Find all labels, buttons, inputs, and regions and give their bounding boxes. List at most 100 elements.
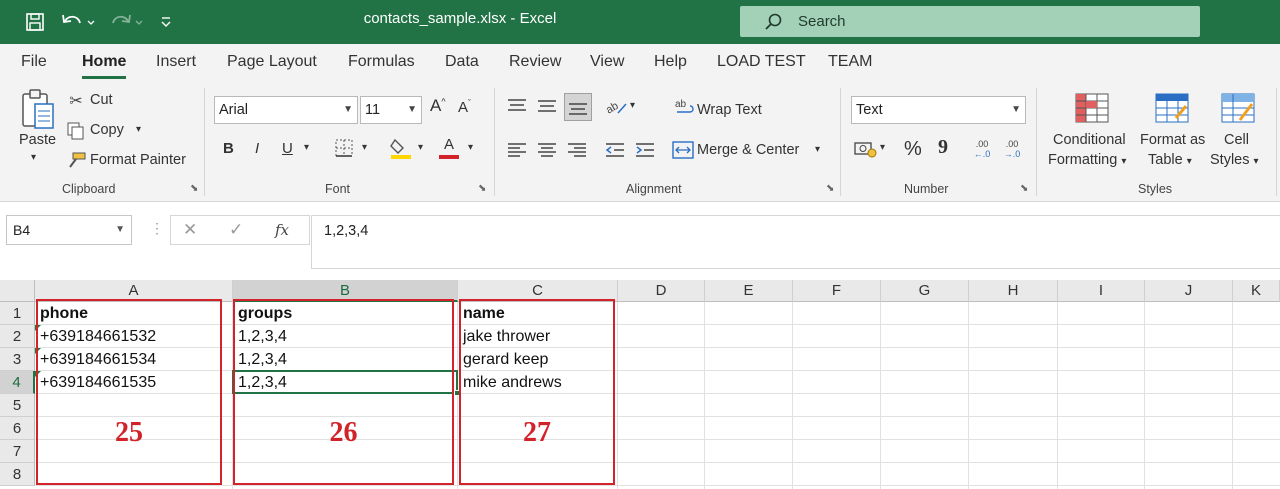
font-size-value: 11 bbox=[365, 102, 381, 118]
decrease-font-size-button[interactable]: Aˇ bbox=[458, 98, 471, 116]
align-middle-icon[interactable] bbox=[536, 96, 558, 116]
align-left-icon[interactable] bbox=[506, 140, 528, 160]
comma-style-button[interactable]: 9 bbox=[938, 136, 948, 159]
worksheet-grid: ABCDEFGHIJK 12345678 phone groups name +639… bbox=[0, 280, 1280, 489]
accounting-format-icon[interactable] bbox=[854, 138, 878, 160]
font-color-icon[interactable]: A bbox=[438, 136, 460, 160]
enter-icon[interactable]: ✓ bbox=[229, 220, 243, 240]
row-header-4[interactable]: 4 bbox=[0, 371, 35, 394]
tab-view[interactable]: View bbox=[590, 53, 624, 71]
copy-dropdown-icon[interactable]: ▾ bbox=[136, 124, 141, 135]
bold-button[interactable]: B bbox=[223, 140, 234, 157]
column-header-g[interactable]: G bbox=[881, 280, 969, 302]
alignment-launcher-icon[interactable]: ⬊ bbox=[826, 183, 834, 194]
merge-center-button[interactable]: Merge & Center bbox=[697, 142, 799, 158]
copy-button[interactable]: Copy bbox=[90, 122, 124, 138]
font-color-dropdown-icon[interactable]: ▾ bbox=[468, 142, 473, 153]
conditional-formatting-button[interactable]: Formatting ▾ bbox=[1048, 152, 1126, 168]
format-painter-button[interactable]: Format Painter bbox=[90, 152, 186, 168]
underline-button[interactable]: U bbox=[282, 140, 293, 157]
conditional-formatting-line1[interactable]: Conditional bbox=[1053, 132, 1126, 148]
annotation-box-c bbox=[459, 299, 615, 485]
format-as-table-icon bbox=[1152, 90, 1192, 126]
cell-styles-line1[interactable]: Cell bbox=[1224, 132, 1249, 148]
fill-color-icon[interactable] bbox=[390, 136, 412, 160]
increase-indent-icon[interactable] bbox=[634, 140, 656, 160]
align-right-icon[interactable] bbox=[566, 140, 588, 160]
paste-button[interactable]: Paste bbox=[19, 132, 56, 148]
row-header-5[interactable]: 5 bbox=[0, 394, 35, 417]
align-top-icon[interactable] bbox=[506, 96, 528, 116]
cancel-icon[interactable]: ✕ bbox=[183, 220, 197, 240]
decrease-indent-icon[interactable] bbox=[604, 140, 626, 160]
orientation-icon[interactable]: ab bbox=[604, 96, 628, 116]
column-header-e[interactable]: E bbox=[705, 280, 793, 302]
fill-color-dropdown-icon[interactable]: ▾ bbox=[418, 142, 423, 153]
borders-icon[interactable] bbox=[334, 138, 354, 158]
tab-file[interactable]: File bbox=[21, 53, 47, 71]
search-box[interactable]: Search bbox=[740, 6, 1200, 37]
search-icon bbox=[765, 13, 782, 30]
font-name-value: Arial bbox=[219, 102, 249, 118]
format-as-table-line2: Table bbox=[1148, 152, 1183, 168]
name-box[interactable]: B4 ▼ bbox=[6, 215, 132, 245]
decrease-decimal-icon[interactable]: .00 →.0 bbox=[1000, 136, 1024, 162]
number-launcher-icon[interactable]: ⬊ bbox=[1020, 183, 1028, 194]
format-as-table-line1[interactable]: Format as bbox=[1140, 132, 1205, 148]
column-header-f[interactable]: F bbox=[793, 280, 881, 302]
chevron-down-icon: ▼ bbox=[115, 224, 125, 235]
column-header-k[interactable]: K bbox=[1233, 280, 1280, 302]
font-size-select[interactable]: 11 ▼ bbox=[360, 96, 422, 124]
tab-review[interactable]: Review bbox=[509, 53, 561, 71]
cell-styles-button[interactable]: Styles ▾ bbox=[1210, 152, 1259, 168]
ribbon-separator bbox=[1276, 88, 1277, 196]
font-name-select[interactable]: Arial ▼ bbox=[214, 96, 358, 124]
number-format-select[interactable]: Text ▼ bbox=[851, 96, 1026, 124]
tab-insert[interactable]: Insert bbox=[156, 53, 196, 71]
increase-font-size-button[interactable]: A^ bbox=[430, 96, 446, 116]
row-header-8[interactable]: 8 bbox=[0, 463, 35, 486]
row-header-7[interactable]: 7 bbox=[0, 440, 35, 463]
row-header-1[interactable]: 1 bbox=[0, 302, 35, 325]
row-header-3[interactable]: 3 bbox=[0, 348, 35, 371]
tab-team[interactable]: TEAM bbox=[828, 53, 872, 71]
clipboard-launcher-icon[interactable]: ⬊ bbox=[190, 183, 198, 194]
column-header-d[interactable]: D bbox=[618, 280, 705, 302]
ribbon-separator bbox=[204, 88, 205, 196]
tab-page-layout[interactable]: Page Layout bbox=[227, 53, 317, 71]
accounting-dropdown-icon[interactable]: ▾ bbox=[880, 142, 885, 153]
cell-styles-line2: Styles bbox=[1210, 152, 1250, 168]
align-center-icon[interactable] bbox=[536, 140, 558, 160]
italic-button[interactable]: I bbox=[255, 140, 259, 157]
paste-dropdown-icon[interactable]: ▾ bbox=[31, 152, 36, 163]
orientation-dropdown-icon[interactable]: ▾ bbox=[630, 100, 635, 111]
column-header-i[interactable]: I bbox=[1058, 280, 1145, 302]
select-all-button[interactable] bbox=[0, 280, 35, 302]
annotation-box-a bbox=[36, 299, 222, 485]
column-header-h[interactable]: H bbox=[969, 280, 1058, 302]
borders-dropdown-icon[interactable]: ▾ bbox=[362, 142, 367, 153]
tab-formulas[interactable]: Formulas bbox=[348, 53, 415, 71]
align-bottom-icon[interactable] bbox=[564, 93, 592, 121]
formula-input[interactable]: 1,2,3,4 bbox=[311, 215, 1280, 269]
percent-style-button[interactable]: % bbox=[904, 138, 922, 161]
tab-data[interactable]: Data bbox=[445, 53, 479, 71]
column-header-j[interactable]: J bbox=[1145, 280, 1233, 302]
merge-dropdown-icon[interactable]: ▾ bbox=[815, 144, 820, 155]
font-launcher-icon[interactable]: ⬊ bbox=[478, 183, 486, 194]
insert-function-button[interactable]: fx bbox=[275, 221, 289, 239]
paste-icon[interactable] bbox=[18, 88, 58, 132]
formula-bar-grip-icon[interactable]: ⋮ bbox=[150, 220, 164, 237]
row-header-6[interactable]: 6 bbox=[0, 417, 35, 440]
format-as-table-button[interactable]: Table ▾ bbox=[1148, 152, 1192, 168]
wrap-text-button[interactable]: Wrap Text bbox=[697, 102, 762, 118]
tab-help[interactable]: Help bbox=[654, 53, 687, 71]
annotation-box-b bbox=[233, 299, 454, 485]
tab-load-test[interactable]: LOAD TEST bbox=[717, 53, 806, 71]
cut-button[interactable]: Cut bbox=[90, 92, 113, 108]
row-header-2[interactable]: 2 bbox=[0, 325, 35, 348]
increase-decimal-icon[interactable]: .00 ←.0 bbox=[970, 136, 994, 162]
underline-dropdown-icon[interactable]: ▾ bbox=[304, 142, 309, 153]
ribbon: Paste ▾ ✂ Cut Copy ▾ Format Painter Clip… bbox=[0, 82, 1280, 202]
tab-home[interactable]: Home bbox=[82, 53, 127, 79]
